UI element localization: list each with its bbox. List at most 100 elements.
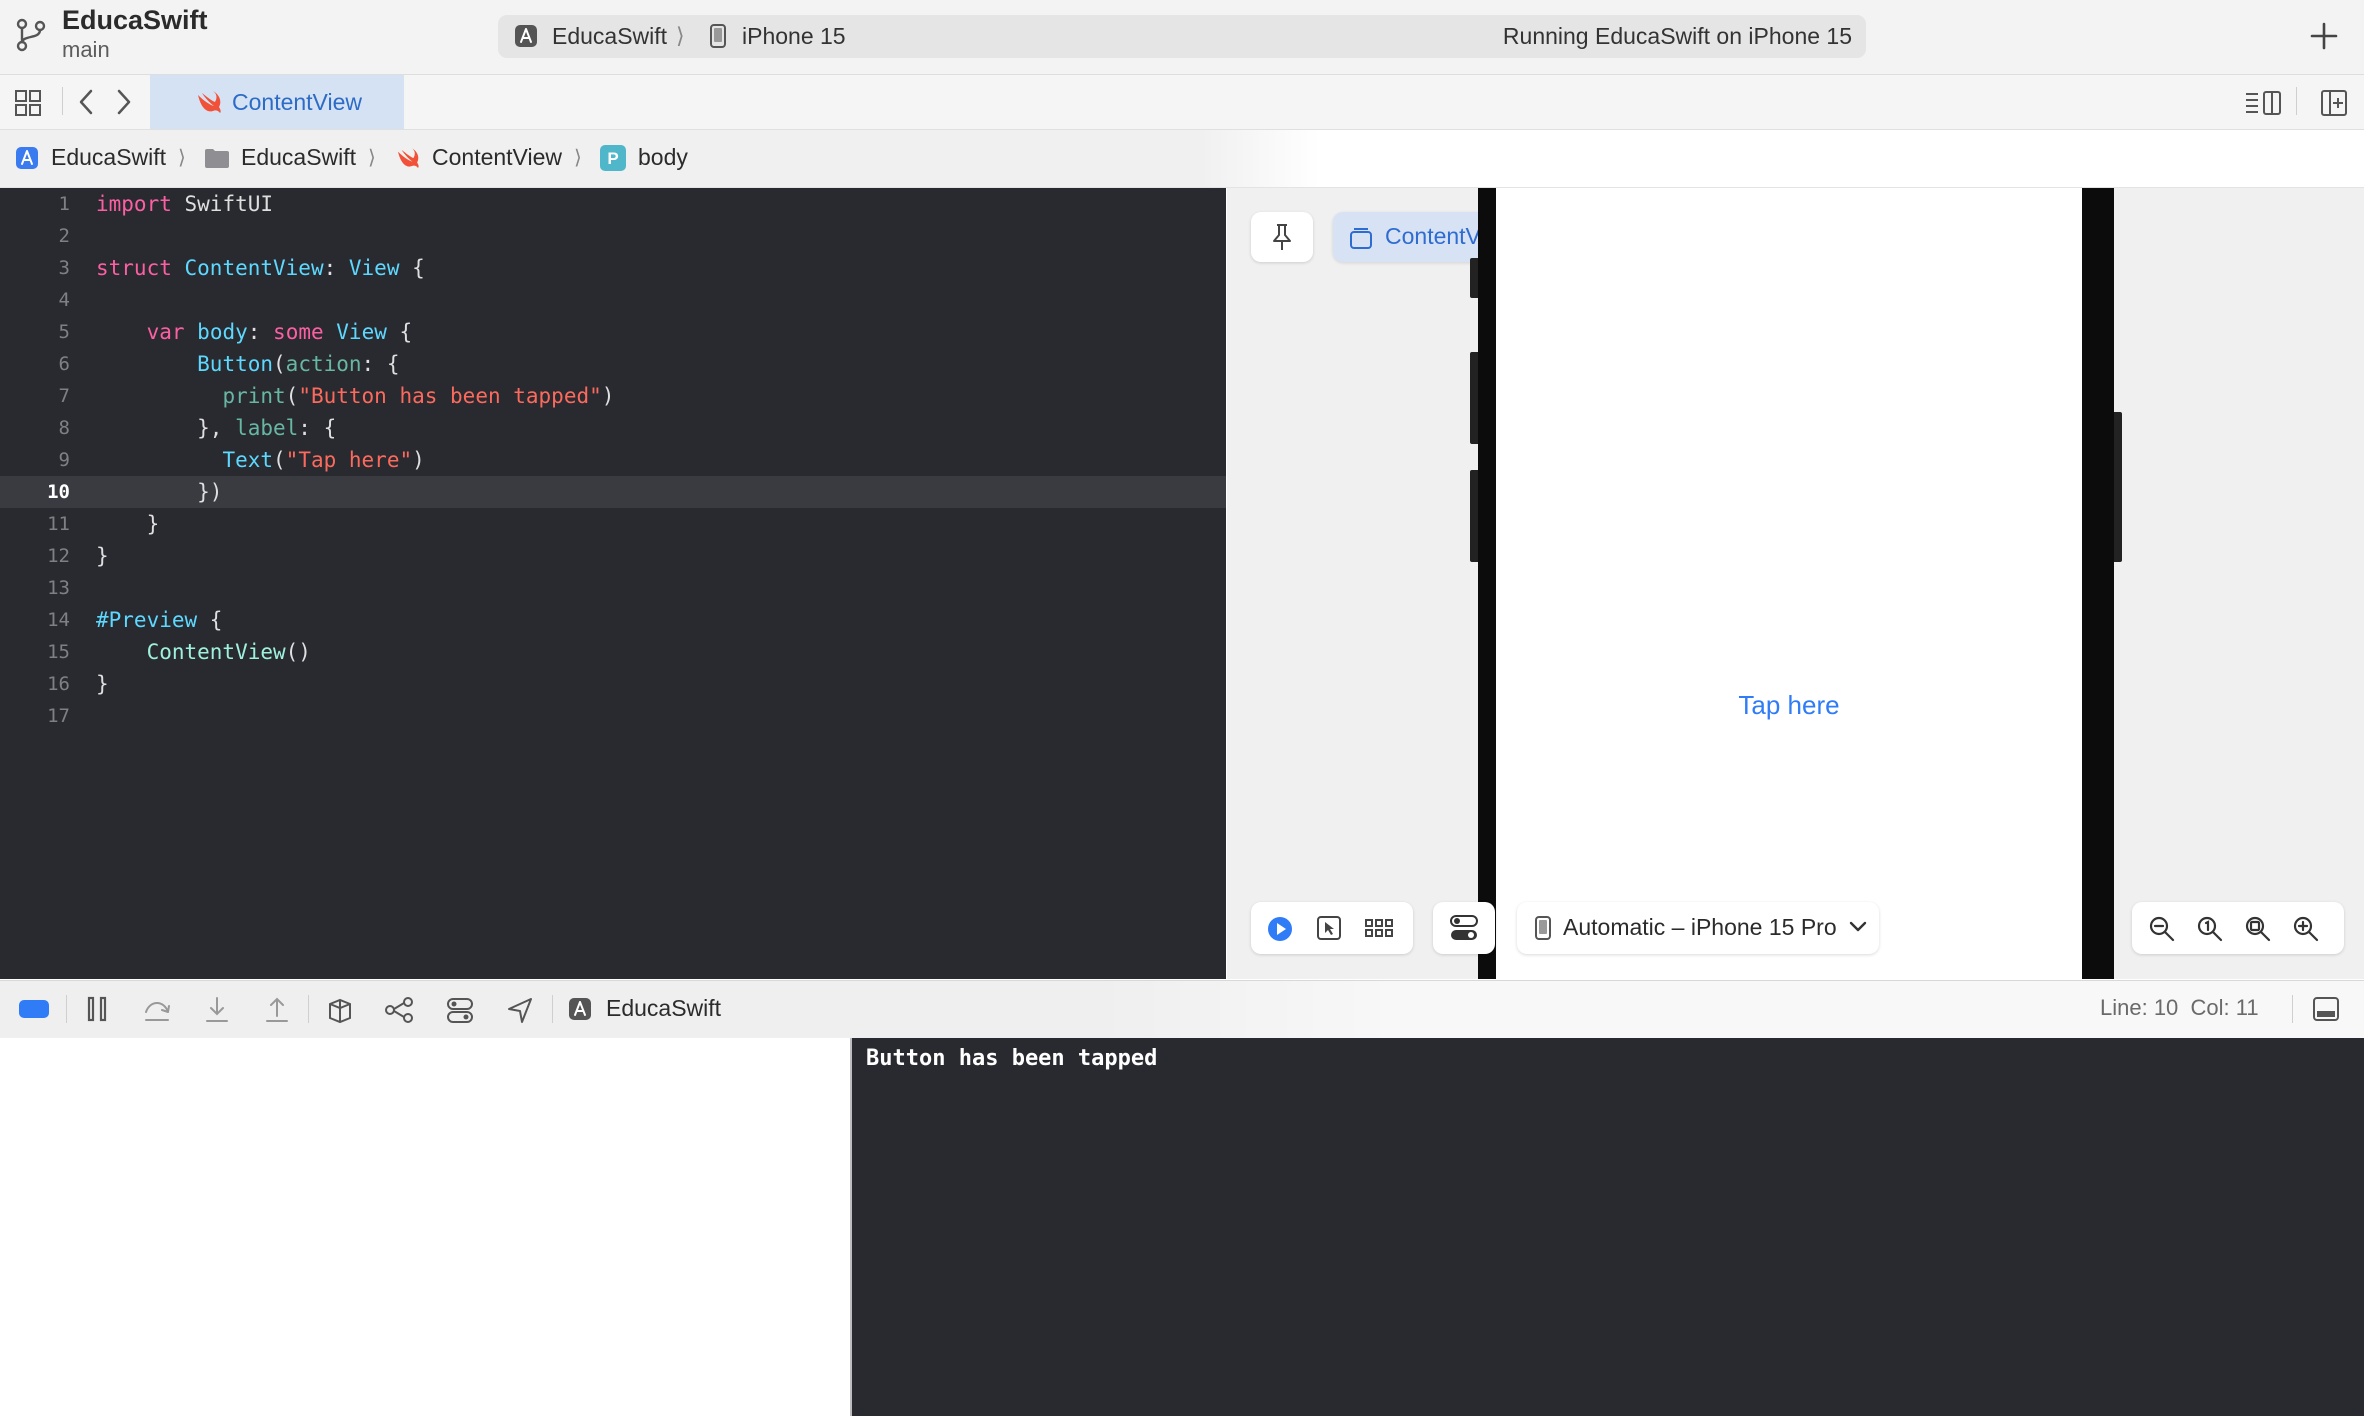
related-items-grid-icon[interactable] <box>14 89 42 117</box>
console-output[interactable]: Button has been tapped <box>852 1038 2364 1416</box>
preview-stack-icon <box>1349 226 1373 250</box>
hide-debug-area-icon[interactable] <box>18 999 50 1019</box>
chevron-down-icon <box>1849 920 1867 934</box>
run-status-text: Running EducaSwift on iPhone 15 <box>1502 23 1852 49</box>
app-target-icon <box>514 24 538 48</box>
app-project-icon <box>15 146 39 170</box>
branch-name: main <box>62 37 110 62</box>
variants-grid-icon[interactable] <box>1365 918 1393 938</box>
line-number: 1 <box>58 193 70 215</box>
pin-preview-button[interactable] <box>1251 212 1313 262</box>
code-line[interactable]: 15 ContentView() <box>0 636 1226 668</box>
source-editor[interactable]: 1 import SwiftUI 2 3 struct ContentView: V… <box>0 188 1226 979</box>
code-line[interactable]: 13 <box>0 572 1226 604</box>
add-editor-right-icon[interactable] <box>2320 89 2348 117</box>
line-number: 14 <box>47 609 70 631</box>
view-hierarchy-icon[interactable] <box>326 996 354 1024</box>
code-line[interactable]: 2 <box>0 220 1226 252</box>
folder-icon <box>204 147 230 169</box>
code-line[interactable]: 16} <box>0 668 1226 700</box>
line-number: 2 <box>58 225 70 247</box>
breadcrumb-project[interactable]: EducaSwift <box>51 144 166 171</box>
type-token: Button <box>197 352 274 376</box>
zoom-to-fit-icon[interactable] <box>2244 915 2272 943</box>
code-line[interactable]: 4 <box>0 284 1226 316</box>
line-number: 10 <box>47 481 70 503</box>
cursor-column: Col: 11 <box>2190 995 2259 1020</box>
code-line[interactable]: 7 print("Button has been tapped") <box>0 380 1226 412</box>
breadcrumb-file[interactable]: ContentView <box>432 144 562 171</box>
code-line[interactable]: 6 Button(action: { <box>0 348 1226 380</box>
code-line[interactable]: 1 import SwiftUI <box>0 188 1226 220</box>
zoom-actual-size-icon[interactable] <box>2196 915 2224 943</box>
toolbar-divider <box>2292 995 2293 1023</box>
phone-side-button <box>2114 412 2122 562</box>
adjust-editor-options-icon[interactable] <box>2244 89 2282 117</box>
step-over-icon[interactable] <box>142 996 172 1024</box>
tap-here-button[interactable]: Tap here <box>1496 690 2082 721</box>
iphone-icon <box>710 24 726 48</box>
forward-chevron-icon[interactable] <box>114 88 134 116</box>
code-line[interactable]: 9 Text("Tap here") <box>0 444 1226 476</box>
argument-label-token: label <box>235 416 299 440</box>
selectable-mode-icon[interactable] <box>1317 916 1341 940</box>
variables-view[interactable] <box>0 1038 850 1416</box>
debug-bar: EducaSwift Line: 10 Col: 11 <box>0 980 2364 1039</box>
tab-contentview[interactable]: ContentView <box>150 75 404 129</box>
cursor-line: Line: 10 <box>2100 995 2179 1020</box>
string-token: "Tap here" <box>285 448 413 472</box>
svg-text:P: P <box>607 149 618 168</box>
back-chevron-icon[interactable] <box>76 88 96 116</box>
debug-process-name[interactable]: EducaSwift <box>606 995 721 1022</box>
iphone-icon <box>1535 916 1551 940</box>
run-destination-selector[interactable]: iPhone 15 <box>742 23 846 50</box>
breadcrumb-separator: ⟩ <box>368 147 376 169</box>
breadcrumb-separator: ⟩ <box>178 147 186 169</box>
property-icon: P <box>600 145 626 171</box>
environment-overrides-icon[interactable] <box>446 996 474 1024</box>
toggle-console-icon[interactable] <box>2312 996 2340 1022</box>
breadcrumb-folder[interactable]: EducaSwift <box>241 144 356 171</box>
code-line[interactable]: 17 <box>0 700 1226 732</box>
memory-graph-icon[interactable] <box>384 996 414 1024</box>
toolbar-divider <box>2296 87 2297 115</box>
breadcrumb: EducaSwift ⟩ EducaSwift ⟩ ContentView ⟩ … <box>0 130 2364 188</box>
zoom-out-icon[interactable] <box>2148 915 2176 943</box>
scheme-separator: ⟩ <box>676 23 685 48</box>
line-number: 9 <box>58 449 70 471</box>
device-picker[interactable]: Automatic – iPhone 15 Pro <box>1517 902 1879 954</box>
code-line[interactable]: 8 }, label: { <box>0 412 1226 444</box>
property-token: body <box>197 320 248 344</box>
line-number: 17 <box>47 705 70 727</box>
step-out-icon[interactable] <box>264 996 290 1024</box>
line-number: 7 <box>58 385 70 407</box>
toolbar-divider <box>66 995 67 1023</box>
line-number: 15 <box>47 641 70 663</box>
tab-label: ContentView <box>232 89 362 115</box>
app-target-icon <box>568 997 592 1021</box>
toolbar-divider <box>62 87 63 115</box>
current-code-line[interactable]: 10 }) <box>0 476 1226 508</box>
code-line[interactable]: 14 #Preview { <box>0 604 1226 636</box>
add-library-plus-icon[interactable] <box>2306 18 2342 54</box>
canvas-settings-button[interactable] <box>1433 902 1495 954</box>
code-line[interactable]: 3 struct ContentView: View { <box>0 252 1226 284</box>
breadcrumb-symbol[interactable]: body <box>638 144 688 171</box>
zoom-in-icon[interactable] <box>2292 915 2320 943</box>
scheme-selector[interactable]: EducaSwift <box>552 23 667 50</box>
type-token: View <box>348 256 400 280</box>
line-number: 16 <box>47 673 70 695</box>
simulate-location-icon[interactable] <box>506 996 534 1024</box>
line-number: 5 <box>58 321 70 343</box>
code-line[interactable]: 5 var body: some View { <box>0 316 1226 348</box>
source-branch-icon[interactable] <box>14 17 48 53</box>
pause-icon[interactable] <box>86 996 108 1022</box>
breadcrumb-separator: ⟩ <box>574 147 582 169</box>
line-number: 4 <box>58 289 70 311</box>
line-number: 3 <box>58 257 70 279</box>
live-play-icon[interactable] <box>1267 916 1293 942</box>
function-token: print <box>222 384 286 408</box>
step-into-icon[interactable] <box>204 996 230 1024</box>
code-line[interactable]: 12} <box>0 540 1226 572</box>
code-line[interactable]: 11 } <box>0 508 1226 540</box>
